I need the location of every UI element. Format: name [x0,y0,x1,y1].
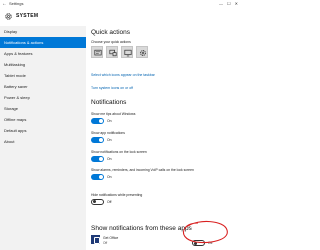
quick-action-tile-3[interactable] [121,46,133,58]
setting-lock-screen-notifications: Show notifications on the lock screen On [91,150,239,162]
system-icons-link[interactable]: Turn system icons on or off [91,86,133,90]
windows-tips-toggle[interactable] [91,117,104,124]
connect-icon [109,49,117,57]
settings-icon [140,50,146,56]
sidebar-item-tablet-mode[interactable]: Tablet mode [0,70,86,81]
quick-action-tile-4[interactable] [136,46,148,58]
setting-windows-tips: Show me tips about Windows On [91,112,239,124]
sidebar-item-power-sleep[interactable]: Power & sleep [0,92,86,103]
quick-action-tile-1[interactable] [91,46,103,58]
toggle-state: Off [208,241,213,245]
window-title: Settings [9,1,24,6]
back-button[interactable]: ← [2,0,7,8]
office-icon [91,235,100,244]
setting-app-notifications: Show app notifications On [91,131,239,143]
sidebar: Display Notifications & actions Apps & f… [0,26,86,250]
sidebar-item-battery-saver[interactable]: Battery saver [0,81,86,92]
window-controls: — ☐ ✕ [219,0,238,8]
setting-label: Hide notifications while presenting [91,193,143,197]
alarms-lock-screen-toggle[interactable] [91,173,104,180]
sidebar-item-default-apps[interactable]: Default apps [0,125,86,136]
apps-heading: Show notifications from these apps [91,225,192,232]
quick-actions-heading: Quick actions [91,29,131,36]
sidebar-item-storage[interactable]: Storage [0,103,86,114]
setting-label: Show notifications on the lock screen [91,150,147,154]
setting-label: Show app notifications [91,131,125,135]
close-button[interactable]: ✕ [235,0,238,8]
quick-actions-subtitle: Choose your quick actions [91,40,131,44]
lock-screen-toggle[interactable] [91,155,104,162]
sidebar-item-display[interactable]: Display [0,26,86,37]
page-header: SYSTEM [0,9,240,25]
sidebar-item-multitasking[interactable]: Multitasking [0,59,86,70]
hide-presenting-toggle[interactable] [91,198,104,205]
toggle-state: Off [107,199,112,204]
title-bar: ← Settings — ☐ ✕ [0,0,240,9]
settings-window: ← Settings — ☐ ✕ SYSTEM Display Notifica… [0,0,240,250]
sidebar-item-notifications[interactable]: Notifications & actions [0,37,86,48]
app-notifications-toggle[interactable] [91,136,104,143]
app-status: Off [103,241,108,245]
quick-action-tiles [91,46,148,58]
toggle-state: On [107,174,112,179]
setting-label: Show me tips about Windows [91,112,136,116]
get-office-toggle[interactable] [192,240,205,246]
quick-action-tile-2[interactable] [106,46,118,58]
app-name: Get Office [103,236,119,240]
sidebar-item-apps-features[interactable]: Apps & features [0,48,86,59]
app-row-get-office: Get Office Off Off [91,235,239,249]
setting-label: Show alarms, reminders, and incoming VoI… [91,168,194,172]
main-content: Quick actions Choose your quick actions [86,26,240,250]
toggle-state: On [107,118,112,123]
taskbar-icons-link[interactable]: Select which icons appear on the taskbar [91,73,155,77]
setting-hide-while-presenting: Hide notifications while presenting Off [91,193,239,205]
page-title: SYSTEM [16,13,39,19]
maximize-button[interactable]: ☐ [227,0,231,8]
action-center-icon [94,49,102,56]
display-icon [124,49,132,57]
gear-icon [5,13,12,20]
sidebar-item-about[interactable]: About [0,136,86,147]
sidebar-item-offline-maps[interactable]: Offline maps [0,114,86,125]
notifications-heading: Notifications [91,99,127,106]
minimize-button[interactable]: — [219,0,223,8]
toggle-state: On [107,156,112,161]
toggle-state: On [107,137,112,142]
setting-alarms-lock-screen: Show alarms, reminders, and incoming VoI… [91,168,239,180]
